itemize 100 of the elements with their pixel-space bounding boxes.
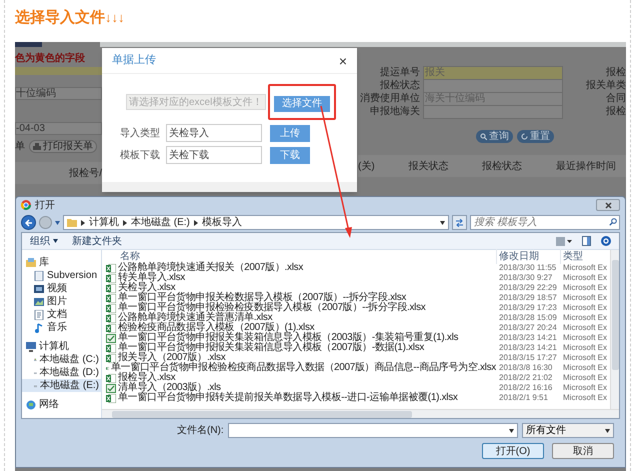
text-field[interactable]: 关检导入 bbox=[166, 124, 262, 142]
breadcrumb-item[interactable]: 计算机 bbox=[89, 215, 119, 230]
file-date: 2018/3/23 14:21 bbox=[498, 332, 558, 344]
text-field[interactable]: 关检下载 bbox=[166, 146, 262, 164]
file-date: 2018/3/29 17:23 bbox=[498, 302, 558, 314]
file-date: 2018/3/23 14:21 bbox=[498, 342, 558, 354]
breadcrumb-item[interactable]: 本地磁盘 (E:) bbox=[131, 215, 190, 230]
close-button[interactable]: × bbox=[338, 54, 347, 68]
file-name[interactable]: 单一窗口平台货物申报检验检疫商品数据导入数据（2007版）商品信息--商品序号为空.xlsx bbox=[110, 363, 496, 373]
sidebar-item[interactable]: 本地磁盘 (D:) bbox=[22, 366, 101, 379]
search-button[interactable]: 查询 bbox=[476, 130, 513, 143]
sidebar-item[interactable]: 计算机 bbox=[22, 340, 101, 353]
form-field[interactable] bbox=[423, 104, 563, 118]
dropdown-caret-icon bbox=[440, 220, 445, 224]
spreadsheet-icon bbox=[106, 334, 116, 342]
file-type: Microsoft Ex bbox=[562, 312, 608, 324]
breadcrumb-item[interactable]: 模板导入 bbox=[202, 215, 242, 230]
field-label: 消费使用单位 bbox=[359, 92, 420, 106]
file-name[interactable]: 单一窗口平台货物申报关检数据导入模板（2007版）--拆分字段.xlsx bbox=[118, 293, 406, 303]
file-type: Microsoft Ex bbox=[562, 332, 608, 344]
file-type: Microsoft Ex bbox=[562, 302, 608, 314]
file-name[interactable]: 转关单导入.xlsx bbox=[118, 273, 186, 283]
form-field[interactable] bbox=[423, 78, 563, 92]
field-label: 合同 bbox=[605, 92, 626, 106]
print-button[interactable]: 打印报关单 bbox=[29, 140, 97, 153]
required-field[interactable] bbox=[15, 67, 102, 75]
file-type: Microsoft Ex bbox=[562, 352, 608, 364]
sidebar-item[interactable]: 文档 bbox=[22, 308, 101, 321]
close-icon bbox=[604, 202, 612, 208]
file-name[interactable]: 单一窗口平台货物申报报关集装箱信息导入模板（2003版）-集装箱号重复(1).xls bbox=[118, 333, 458, 343]
back-arrow-icon bbox=[24, 218, 32, 226]
network-icon bbox=[26, 400, 36, 410]
modal-title: 单据上传 bbox=[112, 53, 156, 68]
dropdown-caret-icon bbox=[509, 428, 514, 432]
dialog-title: 打开 bbox=[35, 198, 55, 212]
file-name[interactable]: 单一窗口平台货物申报检验检疫数据导入模板（2007版）--拆分字段.xlsx bbox=[118, 303, 426, 313]
cancel-button[interactable]: 取消 bbox=[552, 443, 614, 459]
file-date: 2018/3/29 18:57 bbox=[498, 292, 558, 304]
file-type: Microsoft Ex bbox=[562, 392, 608, 404]
sidebar-item[interactable]: Subversion bbox=[22, 269, 101, 282]
filename-field[interactable] bbox=[228, 423, 518, 438]
sidebar-item[interactable]: 网络 bbox=[22, 398, 101, 411]
preview-pane-icon[interactable] bbox=[582, 236, 591, 246]
vertical-scrollbar[interactable] bbox=[610, 250, 619, 409]
sidebar-item[interactable]: 图片 bbox=[22, 295, 101, 308]
column-header: 报关状态 bbox=[408, 160, 448, 174]
file-date: 2018/3/8 16:30 bbox=[498, 362, 554, 374]
printer-icon bbox=[33, 143, 41, 150]
sidebar-item[interactable]: 视频 bbox=[22, 282, 101, 295]
notice-text: 色为黄色的字段 bbox=[15, 53, 86, 65]
horizontal-scrollbar[interactable] bbox=[102, 409, 619, 418]
field-label: 申报地海关 bbox=[369, 104, 420, 119]
search-field[interactable]: 搜索 模板导入 bbox=[470, 215, 620, 230]
file-name[interactable]: 单一窗口平台货物申报转关提前报关单数据导入模板--进口-运输单据被覆(1).xlsx bbox=[118, 393, 458, 403]
computer-icon bbox=[26, 342, 36, 352]
sidebar-item[interactable]: 音乐 bbox=[22, 321, 101, 334]
file-name[interactable]: 单一窗口平台货物申报报关集装箱信息导入模板（2007版）-数据(1).xlsx bbox=[118, 343, 424, 353]
file-name[interactable]: 检验检疫商品数据导入模板（2007版）(1).xlsx bbox=[118, 323, 314, 333]
file-date: 2018/2/1 9:51 bbox=[498, 392, 549, 404]
file-name[interactable]: 报检导入.xlsx bbox=[118, 373, 176, 383]
sidebar-item[interactable]: 本地磁盘 (E:) bbox=[22, 379, 101, 392]
column-header[interactable]: 修改日期 bbox=[496, 249, 560, 264]
form-field[interactable]: 十位编码 bbox=[15, 87, 102, 100]
column-header: (关) bbox=[358, 160, 375, 174]
file-name[interactable]: 关检导入.xlsx bbox=[118, 283, 176, 293]
toolbar-label: 单 bbox=[15, 140, 25, 154]
close-button[interactable] bbox=[596, 199, 620, 211]
file-type-dropdown[interactable]: 所有文件 bbox=[522, 423, 614, 438]
sidebar-item[interactable]: 本地磁盘 (C:) bbox=[22, 353, 101, 366]
chevron-icon bbox=[81, 220, 85, 226]
open-button[interactable]: 打开(O) bbox=[482, 443, 544, 459]
field-label: 报检状态 bbox=[379, 78, 420, 92]
toolbar-button[interactable]: 新建文件夹 bbox=[72, 234, 122, 248]
file-type: Microsoft Ex bbox=[562, 362, 608, 374]
view-options-icon[interactable] bbox=[556, 236, 572, 246]
field-label: 导入类型 bbox=[119, 126, 161, 140]
file-date: 2018/2/2 16:16 bbox=[498, 382, 554, 394]
spreadsheet-icon bbox=[106, 384, 116, 392]
file-name[interactable]: 报关导入（2007版）.xlsx bbox=[118, 353, 226, 363]
toolbar-button[interactable]: 组织 bbox=[30, 234, 58, 248]
reset-button[interactable]: 重置 bbox=[517, 130, 554, 143]
forward-button[interactable] bbox=[39, 216, 52, 229]
file-name[interactable]: 清单导入（2003版）.xls bbox=[118, 383, 221, 393]
file-name[interactable]: 公路舱单跨境快速通关报关（2007版）.xlsx bbox=[118, 263, 304, 273]
file-type: Microsoft Ex bbox=[562, 272, 608, 284]
dropdown-caret-icon bbox=[55, 220, 60, 224]
file-type: Microsoft Ex bbox=[562, 282, 608, 294]
spreadsheet-icon bbox=[106, 274, 116, 282]
refresh-button[interactable] bbox=[452, 215, 467, 230]
back-button[interactable] bbox=[21, 215, 36, 230]
address-bar[interactable]: 计算机 本地磁盘 (E:) 模板导入 bbox=[63, 215, 449, 230]
spreadsheet-icon bbox=[106, 304, 116, 312]
file-type: Microsoft Ex bbox=[562, 292, 608, 304]
spreadsheet-icon bbox=[106, 314, 116, 322]
field-label: 模板下载 bbox=[119, 148, 161, 162]
file-name[interactable]: 公路舱单跨境快速通关普惠清单.xlsx bbox=[118, 313, 272, 323]
field-label: 报检 bbox=[605, 66, 626, 80]
spreadsheet-icon bbox=[106, 344, 116, 352]
file-date: 2018/3/28 15:09 bbox=[498, 312, 558, 324]
sidebar-item[interactable]: 库 bbox=[22, 256, 101, 269]
